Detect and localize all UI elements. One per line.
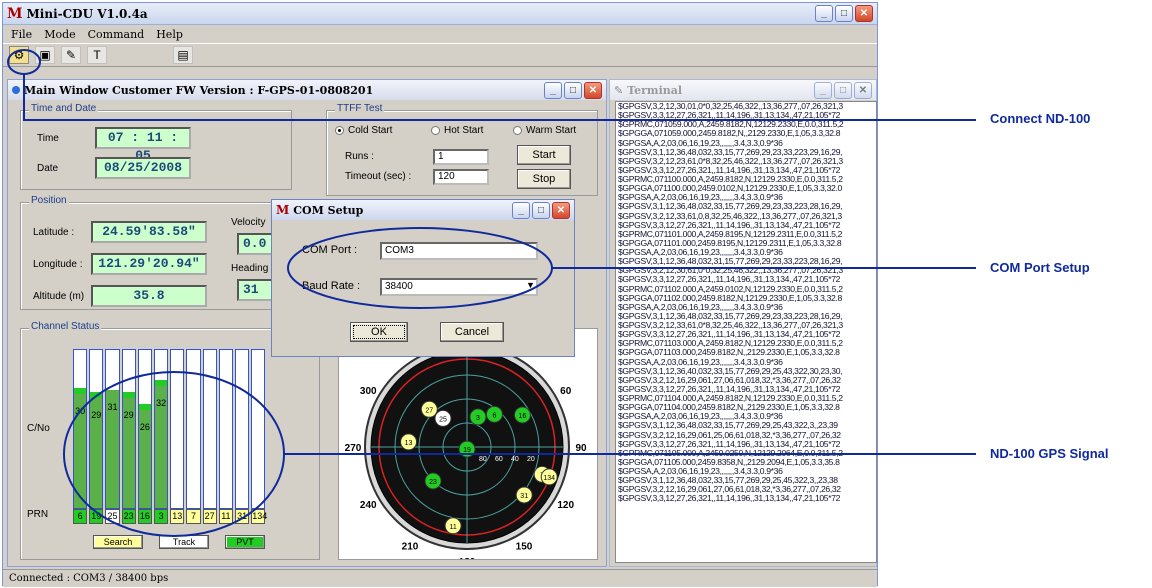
com-highlight-ellipse bbox=[287, 227, 553, 309]
annotation-connect: Connect ND-100 bbox=[990, 111, 1091, 126]
annotation-gps-signal: ND-100 GPS Signal bbox=[990, 446, 1109, 461]
connect-pointer-line bbox=[23, 74, 976, 121]
signal-highlight-ellipse bbox=[63, 371, 285, 537]
annotation-overlay bbox=[7, 49, 976, 537]
annotation-com-port: COM Port Setup bbox=[990, 260, 1090, 275]
connect-highlight-ellipse bbox=[7, 49, 41, 75]
